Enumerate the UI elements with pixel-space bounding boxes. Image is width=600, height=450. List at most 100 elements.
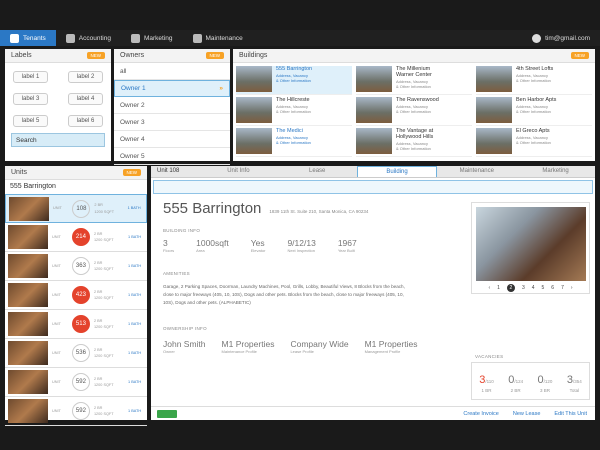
building-thumbnail [476,128,512,154]
building-card[interactable]: Ben Harbor Apts Address, Vacancy & Other … [476,97,592,126]
nav-tab-accounting[interactable]: Accounting [56,30,121,46]
ownership-label: Lease Profile [290,349,314,354]
ownership-value: John Smith [163,339,206,349]
building-card[interactable]: 555 Barrington Address, Vacancy & Other I… [236,66,352,95]
nav-tab-maintenance[interactable]: Maintenance [183,30,253,46]
unit-bath: 1 BATH [128,263,142,268]
owner-item[interactable]: Owner 5 [114,148,230,165]
unit-bath: 1 BATH [128,408,142,413]
page-dot[interactable]: 2 [506,284,515,292]
page-dot[interactable]: 1 [497,285,500,291]
create-invoice-link[interactable]: Create Invoice [463,411,498,417]
new-lease-link[interactable]: New Lease [513,411,541,417]
ownership-label: Maintenance Profile [221,349,257,354]
unit-col-label: UNIT [52,350,61,355]
owner-item[interactable]: Owner 4 [114,131,230,148]
gear-icon[interactable] [532,33,542,43]
stat-value: 9/12/13 [287,238,316,248]
units-panel: Units NEW 555 Barrington UNIT 108 2 BR 1200 … [5,166,147,426]
building-stat: 1000sqft Area [196,238,229,253]
page-dot[interactable]: 5 [542,285,545,291]
unit-row[interactable]: UNIT 536 2 BR 1200 SQFT 1 BATH [5,339,147,368]
building-stat: Yes Elevator [251,238,266,253]
building-thumbnail [236,66,272,92]
building-card[interactable]: The Vantage at Hollywood Hills Address, V… [356,128,472,157]
building-card[interactable]: El Greco Apts Address, Vacancy & Other In… [476,128,592,157]
unit-tab-label: Unit 108 [157,168,180,174]
tab-building[interactable]: Building [356,166,438,177]
unit-sqft: 1200 SQFT [93,238,114,242]
labels-new-badge[interactable]: NEW [86,52,105,59]
unit-row[interactable]: UNIT 108 2 BR 1200 SQFT 1 BATH [5,194,147,223]
label-button[interactable]: label 3 [13,93,48,105]
vacancy-total: /354 [573,378,582,384]
owner-label: Owner 1 [121,85,146,92]
page-dot[interactable]: 4 [532,285,535,291]
owner-item[interactable]: all [114,63,230,80]
building-thumbnail [356,66,392,92]
building-thumbnail [356,97,392,123]
building-info: Address, Vacancy & Other Information [516,104,551,114]
label-button[interactable]: label 5 [13,115,48,127]
ownership-value: M1 Properties [364,339,418,349]
label-button[interactable]: label 1 [13,71,48,83]
building-thumbnail [236,97,272,123]
photo-gallery: ‹ 1 2 3 4 5 6 7 › [471,202,590,294]
building-card[interactable]: The Millenium Warner Center Address, Vaca… [356,66,472,95]
owner-label: all [120,67,127,75]
unit-row[interactable]: UNIT 214 2 BR 1200 SQFT 1 BATH [5,223,147,252]
nav-tab-tenants[interactable]: Tenants [0,30,56,46]
building-name: 4th Street Lofts [516,66,554,72]
unit-sqft: 1200 SQFT [94,209,115,214]
unit-photo[interactable] [475,207,586,281]
page-dot[interactable]: 6 [551,285,554,291]
owner-item[interactable]: Owner 1 » [114,80,230,97]
unit-row[interactable]: UNIT 592 2 BR 1200 SQFT 1 BATH [5,368,147,397]
units-new-badge[interactable]: NEW [122,169,141,176]
owner-item[interactable]: Owner 3 [114,114,230,131]
nav-tab-label: Marketing [143,34,173,42]
ownership-field: M1 Properties Maintenance Profile [222,339,275,354]
status-toggle[interactable] [157,410,177,418]
unit-number-badge: 214 [71,228,90,246]
unit-number-badge: 592 [71,373,90,391]
owner-item[interactable]: Owner 2 [114,97,230,114]
unit-row[interactable]: UNIT 592 2 BR 1200 SQFT 1 BATH [5,397,147,426]
amenities-text: Garage, 2 Parking Spaces, Doorman, Laund… [163,284,405,305]
tab-maintenance[interactable]: Maintenance [437,166,516,177]
unit-row[interactable]: UNIT 363 2 BR 1200 SQFT 1 BATH [5,252,147,281]
edit-this-unit-link[interactable]: Edit This Unit [554,411,587,417]
ledger-icon [65,33,75,43]
owner-label: Owner 2 [120,101,145,109]
building-card[interactable]: The Hillcreste Address, Vacancy & Other I… [236,97,352,126]
page-dot[interactable]: 3 [522,285,525,291]
unit-col-label: UNIT [52,263,61,268]
buildings-new-badge[interactable]: NEW [570,52,589,59]
label-button[interactable]: label 4 [68,93,103,105]
nav-tab-label: Maintenance [205,34,243,42]
nav-tab-marketing[interactable]: Marketing [121,30,183,46]
tab-unit-info[interactable]: Unit Info [199,166,278,177]
tab-lease[interactable]: Lease [278,166,357,177]
building-card[interactable]: 4th Street Lofts Address, Vacancy & Other… [476,66,592,95]
unit-row[interactable]: UNIT 423 2 BR 1200 SQFT 1 BATH [5,281,147,310]
tab-marketing[interactable]: Marketing [516,166,595,177]
ownership-label: Management Profile [364,349,401,354]
stat-label: Next Inspection [287,248,316,253]
page-dot[interactable]: 7 [561,285,564,291]
search-input[interactable]: Search [11,133,105,147]
user-menu[interactable]: tim@gmail.com [532,30,590,46]
next-arrow-icon[interactable]: › [571,285,573,291]
building-card[interactable]: The Ravenswood Address, Vacancy & Other I… [356,97,472,126]
label-button[interactable]: label 6 [68,115,103,127]
stat-label: Floors [163,248,175,253]
unit-thumbnail [8,341,48,365]
ownership-value: Company Wide [290,339,349,349]
building-info: Address, Vacancy & Other Information [396,79,431,89]
unit-row[interactable]: UNIT 513 2 BR 1200 SQFT 1 BATH [5,310,147,339]
stat-value: 1967 [337,238,357,248]
owners-new-badge[interactable]: NEW [205,52,224,59]
label-button[interactable]: label 2 [68,71,103,83]
prev-arrow-icon[interactable]: ‹ [488,285,490,291]
building-card[interactable]: The Medici Address, Vacancy & Other Infor… [236,128,352,157]
